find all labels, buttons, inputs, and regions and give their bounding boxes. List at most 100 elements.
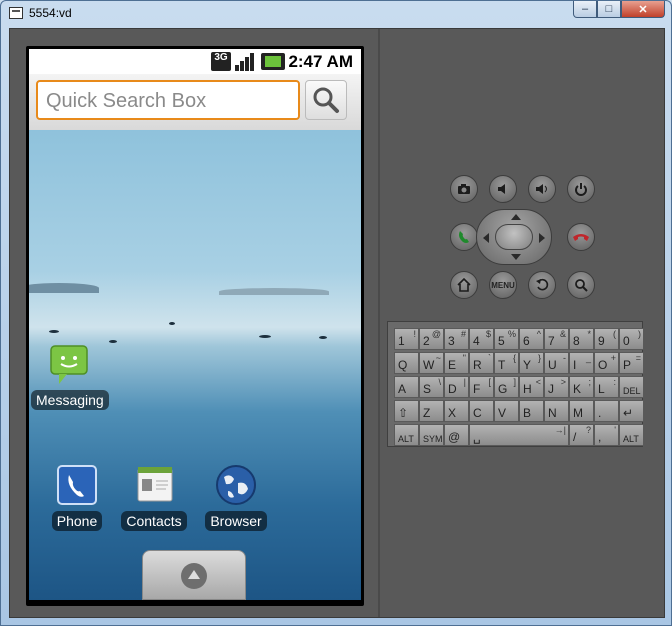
key-alt-label: [ <box>488 377 491 387</box>
dpad-left-icon[interactable] <box>483 233 489 243</box>
key-r[interactable]: R ` <box>469 352 494 374</box>
key-c[interactable]: C <box>469 400 494 422</box>
status-time: 2:47 AM <box>288 52 353 71</box>
key-,[interactable]: , ' <box>594 424 619 446</box>
key-g[interactable]: G] <box>494 376 519 398</box>
power-button[interactable] <box>567 175 595 203</box>
title-bar[interactable]: 5554:vd – □ ✕ <box>1 1 671 27</box>
key-label: @ <box>448 430 461 444</box>
key-9[interactable]: 9( <box>594 328 619 350</box>
dpad-up-icon[interactable] <box>511 214 521 220</box>
key-label: ALT <box>623 434 639 444</box>
status-bar: 3G 2:47 AM <box>29 49 361 74</box>
key-label: , <box>598 430 602 444</box>
quick-search-input[interactable]: Quick Search Box <box>36 80 300 120</box>
key-label: X <box>448 406 457 420</box>
key-y[interactable]: Y} <box>519 352 544 374</box>
messaging-label: Messaging <box>31 390 109 410</box>
key-m[interactable]: M <box>569 400 594 422</box>
contacts-label: Contacts <box>121 511 187 531</box>
key-⇧[interactable]: ⇧ <box>394 400 419 422</box>
call-button[interactable] <box>450 223 478 251</box>
menu-button[interactable]: MENU <box>489 271 517 299</box>
key-alt-label: @ <box>431 329 441 339</box>
key-alt-label: # <box>460 329 466 339</box>
camera-button[interactable] <box>450 175 478 203</box>
messaging-app[interactable]: Messaging <box>31 342 109 410</box>
key-alt[interactable]: ALT <box>619 424 644 446</box>
close-button[interactable]: ✕ <box>621 1 665 18</box>
search-icon <box>575 279 588 292</box>
key-l[interactable]: L: <box>594 376 619 398</box>
key-6[interactable]: 6 ^ <box>519 328 544 350</box>
key-8[interactable]: 8 * <box>569 328 594 350</box>
key-sym[interactable]: SYM <box>419 424 444 446</box>
end-call-button[interactable] <box>567 223 595 251</box>
signal-strength-icon <box>235 52 257 71</box>
key-alt[interactable]: ALT <box>394 424 419 446</box>
volume-up-button[interactable] <box>528 175 556 203</box>
home-button[interactable] <box>450 271 478 299</box>
key-x[interactable]: X <box>444 400 469 422</box>
search-button[interactable] <box>305 80 347 120</box>
menu-label: MENU <box>491 280 515 290</box>
key-e[interactable]: E " <box>444 352 469 374</box>
key-alt-label: & <box>559 329 566 339</box>
key-7[interactable]: 7 & <box>544 328 569 350</box>
key-del[interactable]: DEL <box>619 376 644 398</box>
wallpaper-rock <box>259 335 271 338</box>
key-t[interactable]: T{ <box>494 352 519 374</box>
key-alt-label: _ <box>585 353 591 363</box>
maximize-button[interactable]: □ <box>597 1 621 18</box>
key-label: 4 <box>473 334 480 348</box>
key-h[interactable]: H < <box>519 376 544 398</box>
search-icon <box>313 87 339 113</box>
key-label: V <box>498 406 507 420</box>
minimize-button[interactable]: – <box>573 1 597 18</box>
key-i[interactable]: I _ <box>569 352 594 374</box>
hw-search-button[interactable] <box>567 271 595 299</box>
key-alt-label: ! <box>413 329 416 339</box>
phone-icon <box>55 463 99 505</box>
key-s[interactable]: S \ <box>419 376 444 398</box>
key-↵[interactable]: ↵ <box>619 400 644 422</box>
key-j[interactable]: J > <box>544 376 569 398</box>
dpad[interactable] <box>476 209 552 265</box>
key-0[interactable]: 0) <box>619 328 644 350</box>
phone-app[interactable]: Phone <box>45 463 109 531</box>
app-drawer-handle[interactable] <box>142 550 246 600</box>
key-u[interactable]: U- <box>544 352 569 374</box>
key-/[interactable]: /? <box>569 424 594 446</box>
key-p[interactable]: P = <box>619 352 644 374</box>
dpad-center-button[interactable] <box>495 224 533 250</box>
key-label: ⇧ <box>398 406 409 420</box>
key-a[interactable]: A <box>394 376 419 398</box>
end-call-icon <box>573 234 589 241</box>
key-alt-label: } <box>537 353 541 363</box>
key-3[interactable]: 3 # <box>444 328 469 350</box>
browser-app[interactable]: Browser <box>201 463 271 531</box>
key-w[interactable]: W ~ <box>419 352 444 374</box>
key-k[interactable]: K; <box>569 376 594 398</box>
key-@[interactable]: @ <box>444 424 469 446</box>
volume-down-button[interactable] <box>489 175 517 203</box>
key-5[interactable]: 5% <box>494 328 519 350</box>
key-4[interactable]: 4 $ <box>469 328 494 350</box>
key-.[interactable]: . <box>594 400 619 422</box>
contacts-app[interactable]: Contacts <box>117 463 191 531</box>
key-1[interactable]: 1! <box>394 328 419 350</box>
key-o[interactable]: O + <box>594 352 619 374</box>
back-button[interactable] <box>528 271 556 299</box>
key-b[interactable]: B <box>519 400 544 422</box>
key-z[interactable]: Z <box>419 400 444 422</box>
dpad-down-icon[interactable] <box>511 254 521 260</box>
key-v[interactable]: V <box>494 400 519 422</box>
dpad-right-icon[interactable] <box>539 233 545 243</box>
key-space[interactable]: ␣ →| <box>469 424 569 446</box>
key-f[interactable]: F[ <box>469 376 494 398</box>
browser-label: Browser <box>205 511 267 531</box>
key-2[interactable]: 2 @ <box>419 328 444 350</box>
key-q[interactable]: Q <box>394 352 419 374</box>
key-d[interactable]: D | <box>444 376 469 398</box>
key-n[interactable]: N <box>544 400 569 422</box>
